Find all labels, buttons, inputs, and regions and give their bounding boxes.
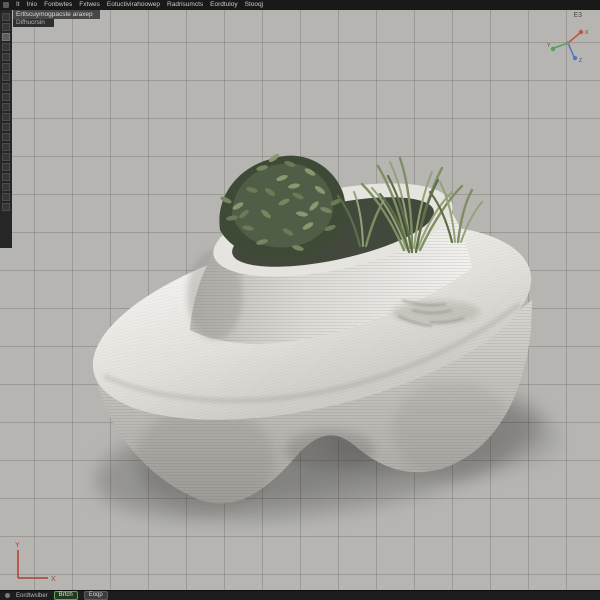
toolbar-icon-7[interactable] [2,73,10,81]
app-icon[interactable] [3,2,9,8]
ground-shadow [95,383,560,521]
status-button-2[interactable]: Eoqp [83,591,108,600]
toolbar-icon-16[interactable] [2,163,10,171]
menu-item-3[interactable]: Fonbwtes [44,0,72,10]
app-window: It Inio Fonbwtes Fxtwes Eotuctivirahoowe… [0,0,600,600]
toolbar-icon-4[interactable] [2,43,10,51]
axis-x-label: X [51,576,56,582]
toolbar-icon-13[interactable] [2,133,10,141]
toolbar-icon-10[interactable] [2,103,10,111]
toolbar-icon-17[interactable] [2,173,10,181]
toolbar-icon-14[interactable] [2,143,10,151]
bench-body [96,300,532,515]
toolbar-icon-2[interactable] [2,23,10,31]
menu-item-6[interactable]: Radrisumcts [167,0,203,10]
menu-item-5[interactable]: Eotuctivirahoowep [107,0,160,10]
status-icon [5,593,10,598]
view-header-title[interactable]: Ertlscuymogpacste araxep [13,10,100,19]
menu-item-4[interactable]: Fxtwes [79,0,100,10]
toolbar-icon-6[interactable] [2,63,10,71]
gizmo-z-label: Z [579,58,582,64]
menu-item-2[interactable]: Inio [27,0,37,10]
plant-shadow [392,299,480,327]
scene-render [92,154,560,521]
gizmo-y-label: Y [547,43,551,49]
toolbar-icon-18[interactable] [2,183,10,191]
menu-item-1[interactable]: It [16,0,20,10]
menu-item-7[interactable]: Eordtuloy [210,0,237,10]
view-header: Ertlscuymogpacste araxep Difhucrsin [13,10,100,27]
status-button-1[interactable]: Brtch [53,591,78,600]
toolbar-icon-20[interactable] [2,203,10,211]
viewport-3d[interactable]: Ertlscuymogpacste araxep Difhucrsin E3 X… [0,10,600,590]
axis-widget: Y X [15,542,56,582]
plant-left [219,154,346,260]
toolbar-icon-9[interactable] [2,93,10,101]
plant-right [336,156,483,254]
bench-seat [92,224,532,420]
status-bar: Eordtwslber Brtch Eoqp [0,590,600,600]
gizmo-x-label: X [585,30,589,36]
toolbar-icon-12[interactable] [2,123,10,131]
axis-y-label: Y [15,542,20,549]
viewport-corner-label: E3 [573,12,582,19]
toolbar-icon-3[interactable] [2,33,10,41]
toolbar-icon-19[interactable] [2,193,10,201]
toolbar-icon-15[interactable] [2,153,10,161]
menu-item-8[interactable]: Stooqj [245,0,263,10]
view-header-shading-menu[interactable]: Difhucrsin [13,19,54,27]
planter-collar [187,183,472,344]
toolbar-icon-5[interactable] [2,53,10,61]
toolbar-icon-11[interactable] [2,113,10,121]
left-toolbar [0,10,12,248]
navigation-gizmo[interactable]: X Y Z [546,22,590,66]
toolbar-icon-1[interactable] [2,13,10,21]
toolbar-icon-8[interactable] [2,83,10,91]
menu-bar: It Inio Fonbwtes Fxtwes Eotuctivirahoowe… [0,0,600,10]
status-text: Eordtwslber [16,592,48,599]
